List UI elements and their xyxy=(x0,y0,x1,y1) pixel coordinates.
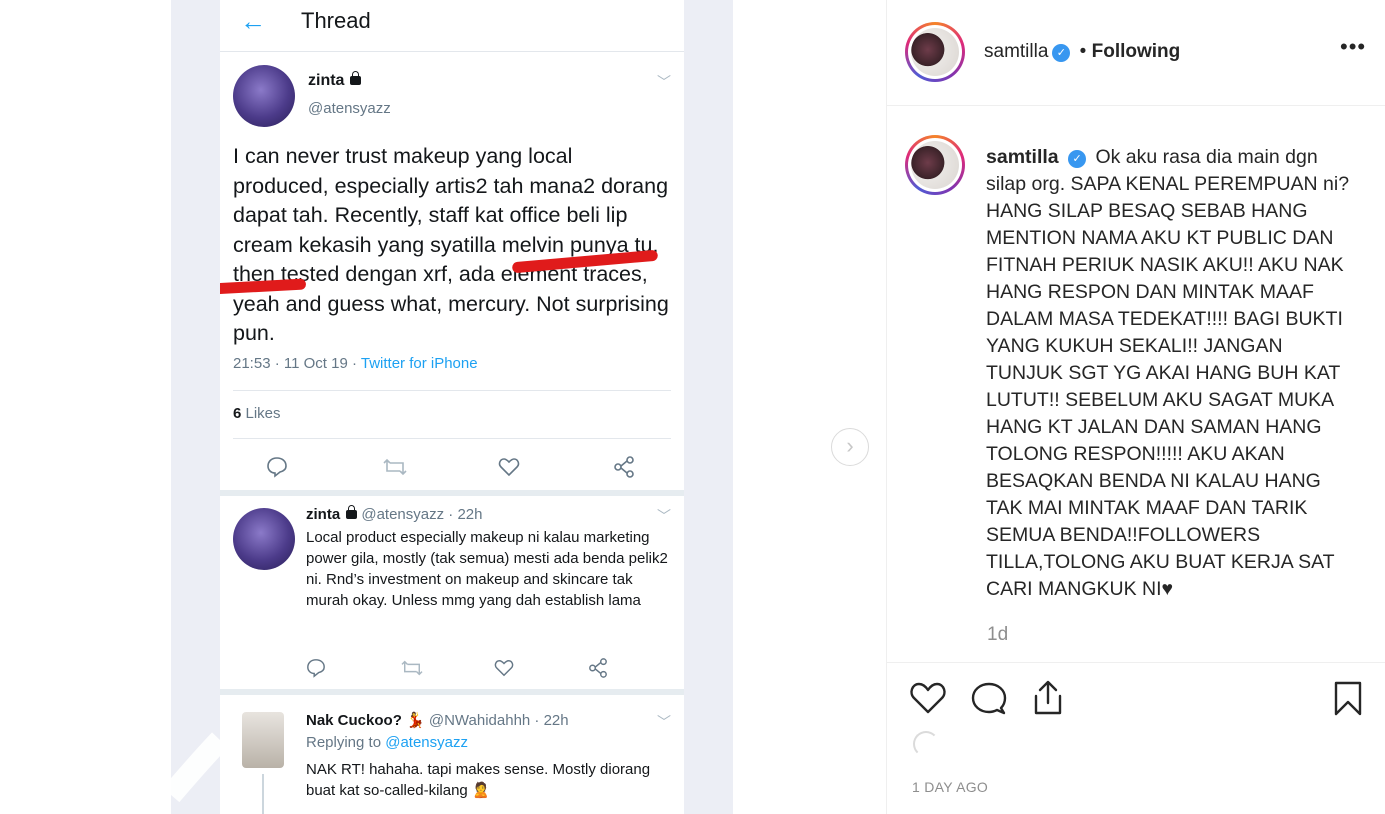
reply-author-avatar xyxy=(233,508,295,570)
likes-label: Likes xyxy=(241,405,281,422)
more-options-icon[interactable]: ••• xyxy=(1340,34,1366,60)
replying-to-prefix: Replying to xyxy=(306,734,386,751)
chevron-down-icon: ﹀ xyxy=(657,714,671,730)
retweet-icon xyxy=(383,458,407,476)
thread-connector-line xyxy=(262,774,264,814)
reply-author-name: Nak Cuckoo? 💃 xyxy=(306,712,425,729)
loading-spinner-icon xyxy=(913,731,939,757)
replying-to-handle: @atensyazz xyxy=(385,734,468,751)
reply-author-avatar xyxy=(242,712,284,768)
reply-header: Nak Cuckoo? 💃 @NWahidahhh · 22h xyxy=(306,711,569,729)
lock-icon xyxy=(350,71,362,85)
reply-handle-time: @atensyazz · 22h xyxy=(361,506,483,523)
divider xyxy=(233,438,671,439)
thread-header: ← Thread xyxy=(220,0,684,52)
replying-to-line: Replying to @atensyazz xyxy=(306,734,468,751)
reply-author-name: zinta xyxy=(306,506,341,523)
caption-username[interactable]: samtilla xyxy=(986,146,1059,168)
share-icon xyxy=(614,456,634,478)
thread-title: Thread xyxy=(301,8,371,33)
back-arrow-icon: ← xyxy=(240,6,266,36)
like-heart-icon[interactable] xyxy=(909,680,947,716)
post-author-username[interactable]: samtilla xyxy=(984,41,1048,62)
chevron-down-icon: ﹀ xyxy=(657,74,671,90)
post-caption: samtilla ✓ Ok aku rasa dia main dgn sila… xyxy=(986,144,1356,603)
divider xyxy=(220,490,684,496)
reply-header: zinta @atensyazz · 22h xyxy=(306,505,483,523)
tweet-likes: 6 Likes xyxy=(233,405,281,422)
reply-icon xyxy=(307,659,325,678)
divider xyxy=(220,689,684,695)
caption-age: 1d xyxy=(987,624,1009,645)
verified-badge-icon: ✓ xyxy=(1068,150,1087,168)
like-heart-icon xyxy=(498,458,520,477)
post-header: samtilla ✓ • Following ••• xyxy=(887,0,1385,106)
tweet-author-name-row: zinta xyxy=(308,71,362,90)
tweet-source: Twitter for iPhone xyxy=(360,355,478,372)
tweet-meta: 21:53 · 11 Oct 19 · Twitter for iPhone xyxy=(233,355,478,372)
verified-badge-icon: ✓ xyxy=(1052,44,1071,62)
comment-icon[interactable] xyxy=(971,681,1007,717)
divider xyxy=(233,390,671,391)
follow-separator: • xyxy=(1074,41,1092,62)
post-media-area: ← Thread zinta @atensyazz ﹀ I can never … xyxy=(0,0,886,814)
tweet-timestamp: 21:53 · 11 Oct 19 · xyxy=(233,355,361,372)
lock-icon xyxy=(346,505,358,519)
post-timestamp: 1 DAY AGO xyxy=(912,779,989,795)
post-side-panel: samtilla ✓ • Following ••• samtilla ✓ Ok … xyxy=(886,0,1385,814)
author-avatar[interactable] xyxy=(905,22,965,82)
post-author-row: samtilla ✓ • Following xyxy=(984,41,1180,63)
retweet-icon xyxy=(401,660,423,676)
caption-text: Ok aku rasa dia main dgn silap org. SAPA… xyxy=(986,146,1350,600)
tweet-screenshot: ← Thread zinta @atensyazz ﹀ I can never … xyxy=(220,0,684,814)
following-button[interactable]: Following xyxy=(1092,41,1181,62)
reply-body: NAK RT! hahaha. tapi makes sense. Mostly… xyxy=(306,761,651,799)
next-image-button[interactable]: › xyxy=(831,428,869,466)
reply-body: Local product especially makeup ni kalau… xyxy=(306,529,668,609)
share-icon[interactable] xyxy=(1031,679,1065,717)
share-icon xyxy=(589,658,607,678)
tweet-author-avatar xyxy=(233,65,295,127)
reply-icon xyxy=(267,457,287,478)
tweet-author-name: zinta xyxy=(308,72,345,89)
tweet-body: I can never trust makeup yang local prod… xyxy=(233,144,669,345)
save-bookmark-icon[interactable] xyxy=(1333,680,1363,718)
chevron-down-icon: ﹀ xyxy=(657,508,671,524)
instagram-post-view: ← Thread zinta @atensyazz ﹀ I can never … xyxy=(0,0,1385,814)
reply-handle-time: @NWahidahhh · 22h xyxy=(428,712,569,729)
like-heart-icon xyxy=(494,659,514,677)
caption-author-avatar[interactable] xyxy=(905,135,965,195)
tweet-author-handle: @atensyazz xyxy=(308,100,391,117)
